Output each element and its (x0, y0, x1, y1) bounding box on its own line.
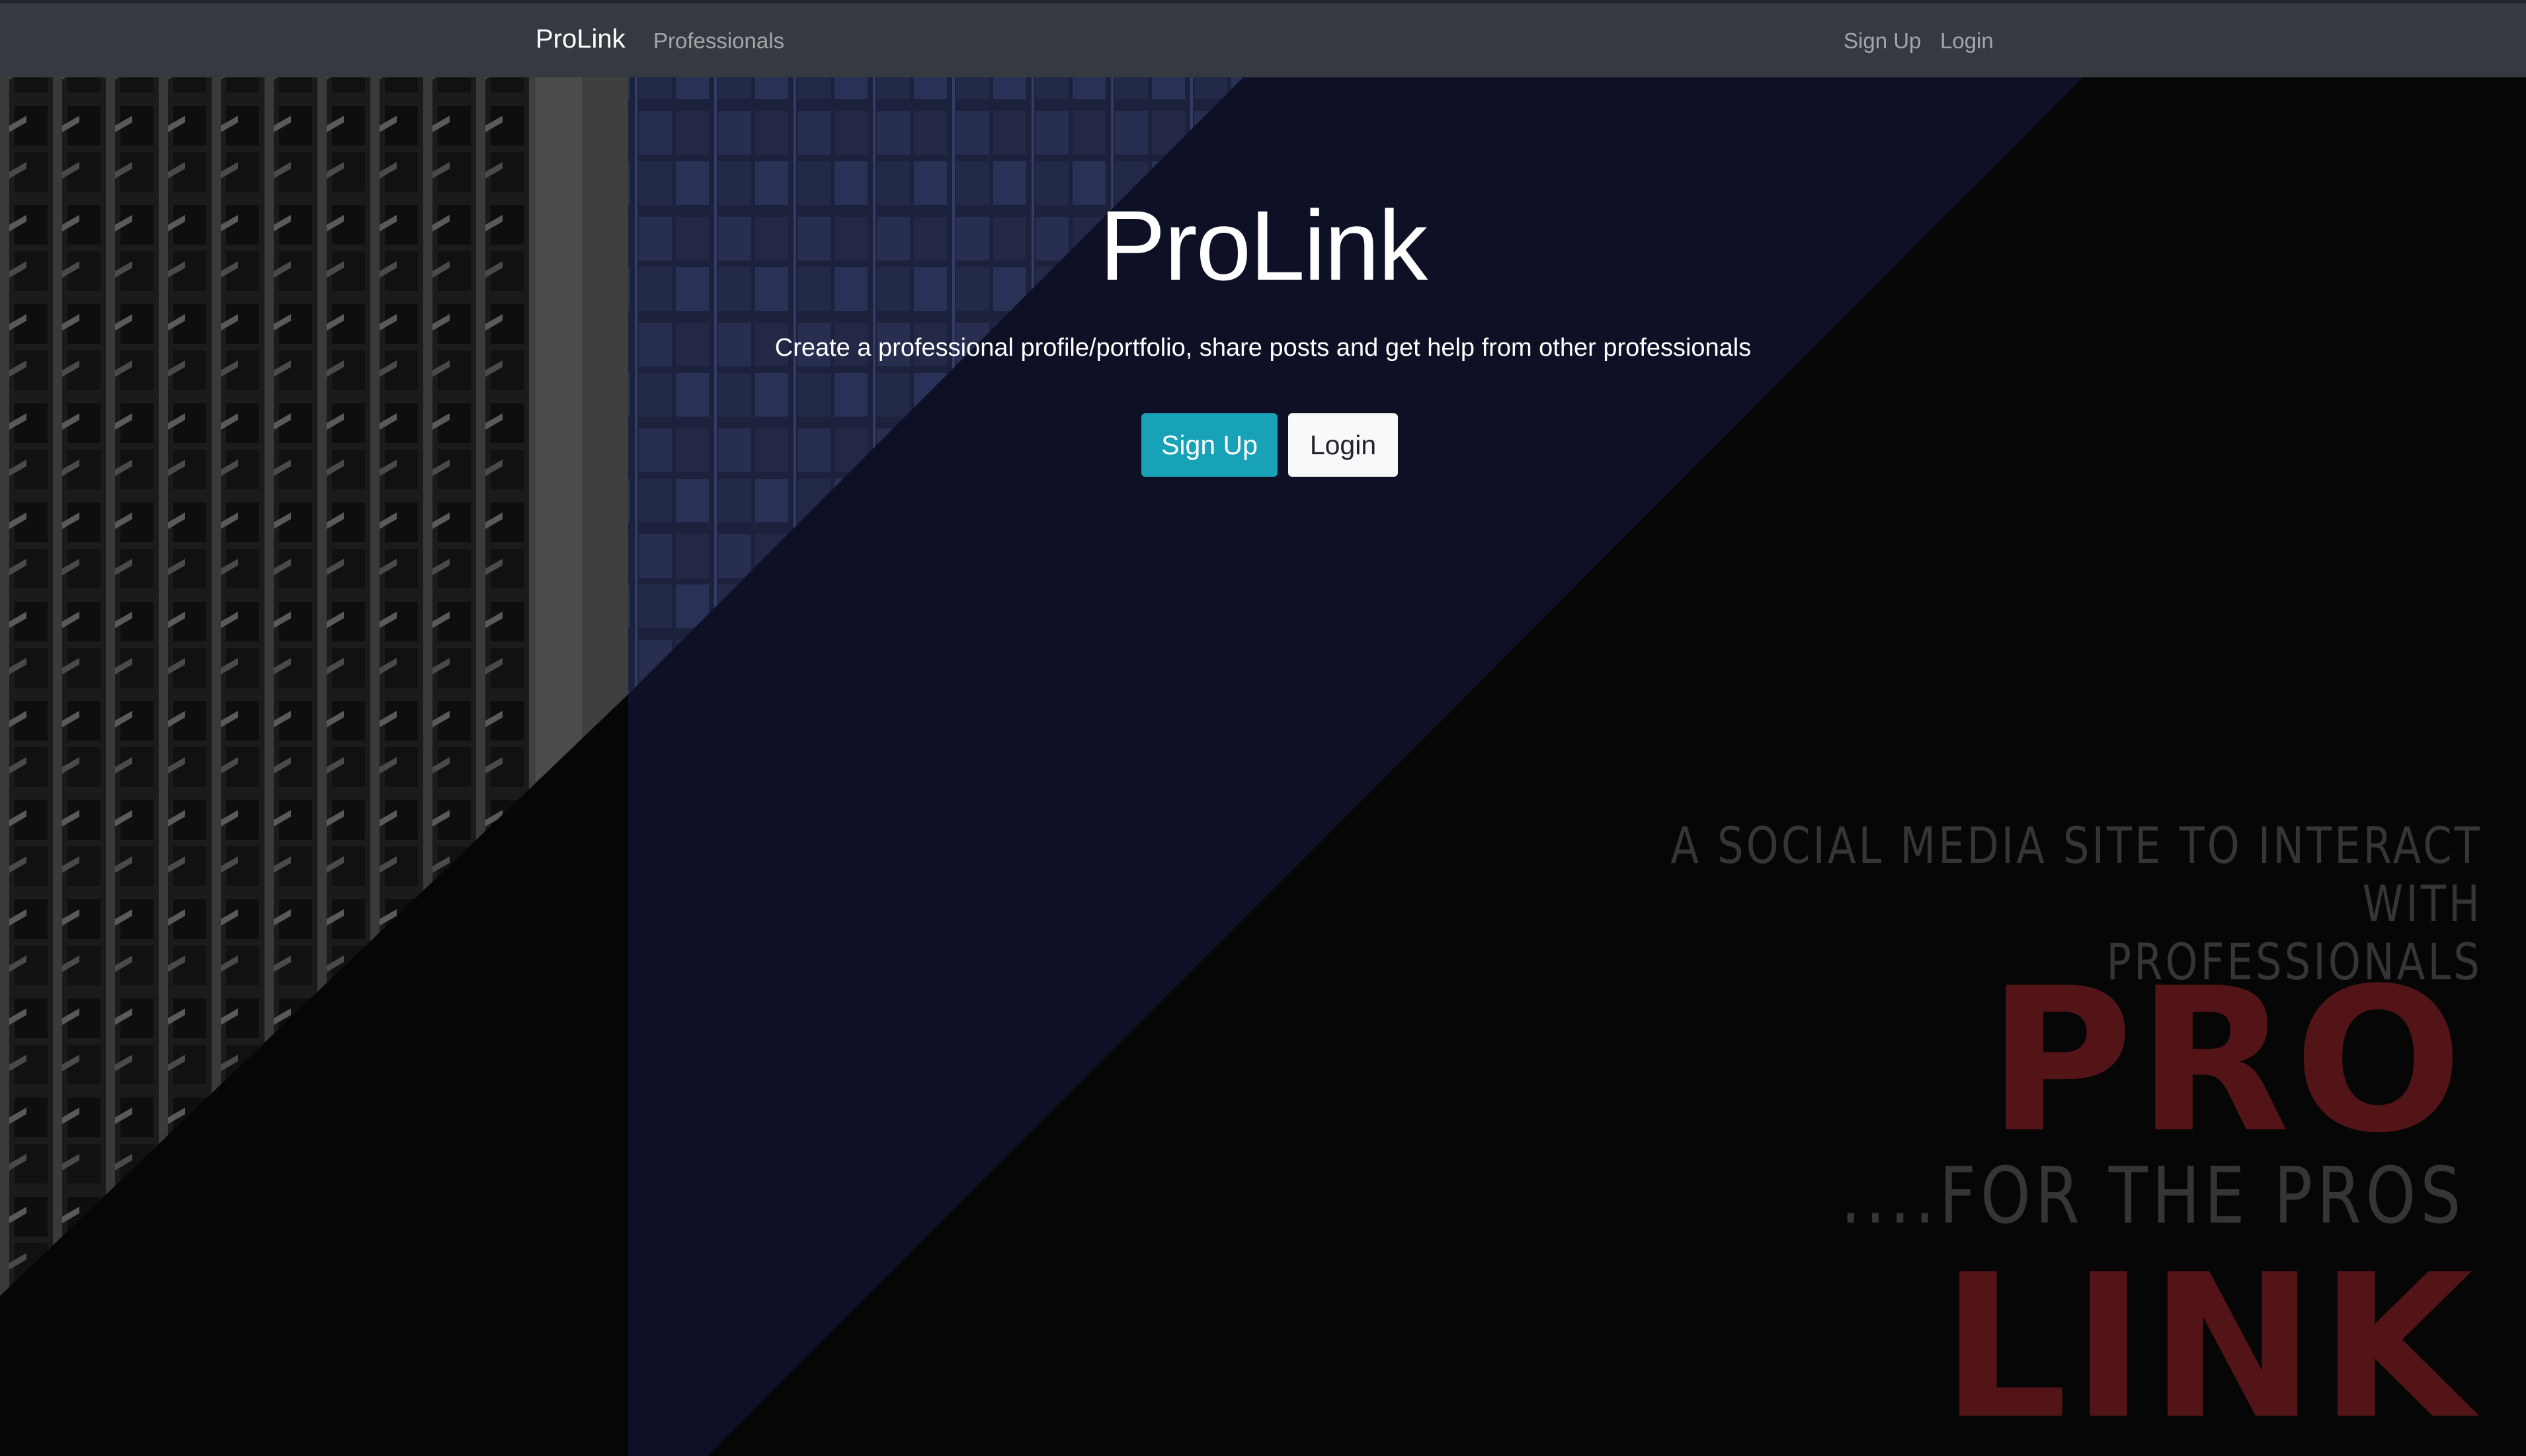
top-navbar: ProLink Professionals Sign Up Login (0, 0, 2526, 77)
hero-lead-text: Create a professional profile/portfolio,… (774, 334, 1752, 362)
signup-button[interactable]: Sign Up (1141, 413, 1278, 477)
poster-for-the-pros: ....FOR THE PROS (1840, 1150, 2465, 1241)
poster-tagline-line-1: A SOCIAL MEDIA SITE TO INTERACT WITH (1670, 816, 2482, 933)
navbar-brand[interactable]: ProLink (536, 24, 626, 54)
nav-link-professionals[interactable]: Professionals (653, 28, 784, 54)
nav-link-signup[interactable]: Sign Up (1844, 28, 1921, 54)
hero-title: ProLink (1099, 190, 1428, 301)
poster-link-word: LINK (1941, 1232, 2477, 1456)
nav-link-login[interactable]: Login (1940, 28, 1994, 54)
poster-pro-word: PRO (1988, 946, 2466, 1176)
landing-page: ProLink Professionals Sign Up Login ProL… (0, 0, 2526, 1456)
login-button[interactable]: Login (1288, 413, 1398, 477)
